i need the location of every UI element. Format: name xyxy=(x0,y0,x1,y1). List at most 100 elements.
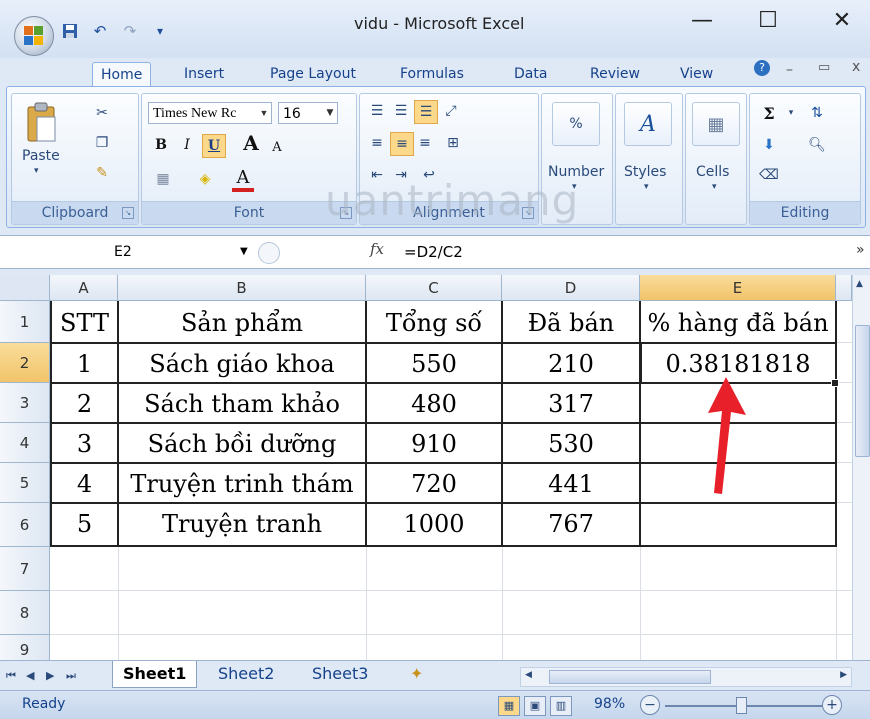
underline-button[interactable]: U xyxy=(202,134,226,158)
page-break-view-icon[interactable]: ▥ xyxy=(550,696,572,716)
orientation-icon[interactable]: ⤢ xyxy=(440,100,462,122)
styles-label[interactable]: Styles xyxy=(624,164,666,180)
scroll-up-icon[interactable]: ▲ xyxy=(856,279,863,289)
shrink-font-button[interactable]: A xyxy=(266,136,288,158)
cell-b4[interactable]: Sách bồi dưỡng xyxy=(119,424,365,462)
paste-icon[interactable] xyxy=(22,100,62,146)
sheet-tab-sheet3[interactable]: Sheet3 xyxy=(302,661,378,687)
align-center-icon[interactable]: ≡ xyxy=(390,132,414,156)
scroll-left-icon[interactable]: ◀ xyxy=(525,670,532,680)
tab-page-layout[interactable]: Page Layout xyxy=(262,62,364,86)
cell-a4[interactable]: 3 xyxy=(52,424,117,462)
insert-function-button[interactable]: fx xyxy=(370,240,384,258)
borders-icon[interactable]: ▦ xyxy=(150,168,176,190)
page-layout-view-icon[interactable]: ▣ xyxy=(524,696,546,716)
copy-icon[interactable]: ❐ xyxy=(92,132,112,154)
row-header-1[interactable]: 1 xyxy=(0,301,50,343)
cell-c6[interactable]: 1000 xyxy=(367,504,501,545)
select-all-button[interactable] xyxy=(0,275,50,301)
clear-icon[interactable]: ⌫ xyxy=(758,164,780,186)
align-left-icon[interactable]: ≡ xyxy=(366,132,388,154)
name-box[interactable]: E2 ▼ xyxy=(6,239,250,265)
horizontal-scroll-thumb[interactable] xyxy=(549,670,711,684)
sort-filter-icon[interactable]: ⇅ xyxy=(804,102,830,124)
cells-label[interactable]: Cells xyxy=(696,164,729,180)
last-sheet-icon[interactable]: ⏭ xyxy=(66,669,76,683)
cell-e6[interactable] xyxy=(641,504,835,545)
column-header-d[interactable]: D xyxy=(502,275,640,301)
cell-b3[interactable]: Sách tham khảo xyxy=(119,384,365,422)
scroll-right-icon[interactable]: ▶ xyxy=(840,670,847,680)
cell-d2[interactable]: 210 xyxy=(503,344,639,382)
column-header-c[interactable]: C xyxy=(366,275,502,301)
grow-font-button[interactable]: A xyxy=(240,131,262,155)
zoom-out-button[interactable]: − xyxy=(640,695,660,715)
autosum-dropdown-icon[interactable]: ▾ xyxy=(784,102,798,124)
font-name-box[interactable]: Times New Rc ▼ xyxy=(148,102,272,124)
clipboard-launcher-icon[interactable]: ↘ xyxy=(122,207,134,219)
row-header-3[interactable]: 3 xyxy=(0,383,50,423)
bold-button[interactable]: B xyxy=(150,134,172,156)
formula-input[interactable]: =D2/C2 xyxy=(404,236,463,268)
cell-c2[interactable]: 550 xyxy=(367,344,501,382)
cell-a5[interactable]: 4 xyxy=(52,464,117,502)
fill-icon[interactable]: ⬇ xyxy=(758,134,780,156)
cell-a2[interactable]: 1 xyxy=(52,344,117,382)
ribbon-minimize-icon[interactable]: – xyxy=(786,62,793,78)
save-icon[interactable] xyxy=(58,20,82,42)
cells-dropdown-icon[interactable]: ▾ xyxy=(712,182,717,192)
cell-c4[interactable]: 910 xyxy=(367,424,501,462)
zoom-slider-handle[interactable] xyxy=(736,697,747,714)
number-format-icon[interactable]: % xyxy=(552,102,600,146)
cells-icon[interactable]: ▦ xyxy=(692,102,740,146)
row-header-2[interactable]: 2 xyxy=(0,343,50,383)
row-header-8[interactable]: 8 xyxy=(0,591,50,635)
styles-icon[interactable]: A xyxy=(624,102,672,146)
cell-e1[interactable]: % hàng đã bán xyxy=(641,301,835,342)
sheet-tab-sheet1[interactable]: Sheet1 xyxy=(112,661,198,688)
zoom-in-button[interactable]: + xyxy=(822,695,842,715)
styles-dropdown-icon[interactable]: ▾ xyxy=(644,182,649,192)
paste-label[interactable]: Paste xyxy=(22,148,60,164)
redo-icon[interactable]: ↷ xyxy=(118,20,142,42)
cut-icon[interactable]: ✂ xyxy=(92,102,112,124)
autosum-button[interactable]: Σ xyxy=(758,102,780,124)
find-select-icon[interactable]: 🔍︎ xyxy=(804,134,830,156)
format-painter-icon[interactable]: ✎ xyxy=(92,162,112,184)
row-header-9[interactable]: 9 xyxy=(0,635,50,660)
customize-qat-icon[interactable]: ▾ xyxy=(148,20,172,42)
row-header-5[interactable]: 5 xyxy=(0,463,50,503)
cell-c3[interactable]: 480 xyxy=(367,384,501,422)
sheet-tab-sheet2[interactable]: Sheet2 xyxy=(208,661,284,687)
italic-button[interactable]: I xyxy=(176,134,198,156)
column-header-f[interactable] xyxy=(836,275,852,301)
cell-b6[interactable]: Truyện tranh xyxy=(119,504,365,545)
ribbon-restore-icon[interactable]: ▭ xyxy=(818,60,830,75)
zoom-level[interactable]: 98% xyxy=(594,696,625,712)
undo-icon[interactable]: ↶ xyxy=(88,20,112,42)
font-size-dropdown-icon[interactable]: ▼ xyxy=(323,103,337,123)
prev-sheet-icon[interactable]: ◀ xyxy=(26,669,34,682)
cell-d5[interactable]: 441 xyxy=(503,464,639,502)
insert-sheet-icon[interactable]: ✦ xyxy=(400,661,433,687)
tab-view[interactable]: View xyxy=(672,62,721,86)
cell-a6[interactable]: 5 xyxy=(52,504,117,545)
cell-b1[interactable]: Sản phẩm xyxy=(119,301,365,342)
tab-data[interactable]: Data xyxy=(506,62,555,86)
row-header-4[interactable]: 4 xyxy=(0,423,50,463)
font-name-dropdown-icon[interactable]: ▼ xyxy=(257,103,271,123)
tab-formulas[interactable]: Formulas xyxy=(392,62,472,86)
font-size-box[interactable]: 16 ▼ xyxy=(278,102,338,124)
maximize-button[interactable]: ☐ xyxy=(748,8,788,33)
cell-c5[interactable]: 720 xyxy=(367,464,501,502)
column-header-a[interactable]: A xyxy=(50,275,118,301)
name-box-dropdown-icon[interactable]: ▼ xyxy=(240,239,248,265)
column-header-b[interactable]: B xyxy=(118,275,366,301)
normal-view-icon[interactable]: ▦ xyxy=(498,696,520,716)
vertical-scroll-thumb[interactable] xyxy=(855,325,870,457)
paste-dropdown-icon[interactable]: ▾ xyxy=(34,166,39,176)
ribbon-close-icon[interactable]: x xyxy=(852,59,860,75)
cell-b2[interactable]: Sách giáo khoa xyxy=(119,344,365,382)
vertical-scrollbar[interactable]: ▲ xyxy=(852,275,870,660)
next-sheet-icon[interactable]: ▶ xyxy=(46,669,54,682)
